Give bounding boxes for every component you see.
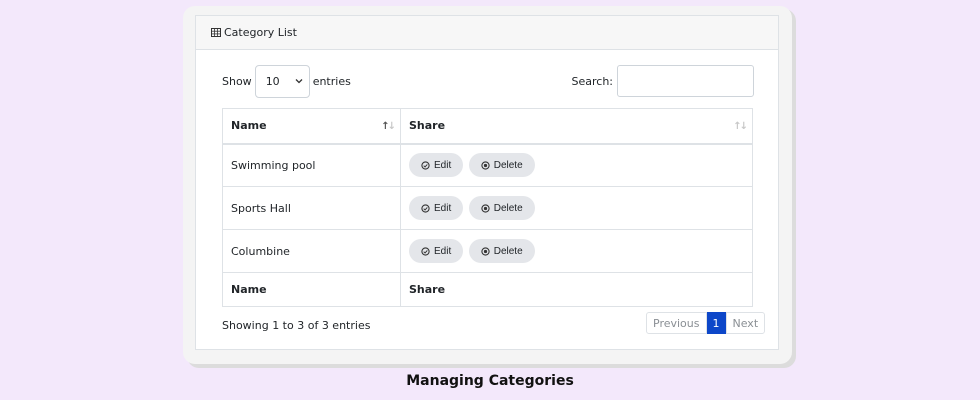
pagination: Previous 1 Next — [646, 312, 766, 334]
page-size-select[interactable]: 10 — [254, 64, 310, 98]
page-1-button[interactable]: 1 — [706, 312, 726, 334]
search-group: Search: — [571, 65, 754, 97]
column-header-label: Name — [231, 119, 267, 133]
category-name: Columbine — [222, 229, 401, 273]
table-row: Columbine Edit Delete — [222, 229, 753, 273]
column-footer-share: Share — [400, 272, 753, 307]
target-icon — [481, 161, 490, 170]
panel-header: Category List — [196, 16, 778, 50]
table-controls: Show 10 entries Search: — [222, 64, 754, 98]
column-header-name[interactable]: Name ↑↓ — [222, 108, 401, 145]
page-size-value: 10 — [265, 74, 280, 88]
search-input[interactable] — [617, 65, 754, 97]
column-header-share[interactable]: Share ↑↓ — [400, 108, 753, 145]
check-circle-icon — [421, 161, 430, 170]
show-label: Show — [222, 74, 252, 88]
check-circle-icon — [421, 246, 430, 256]
table-icon — [211, 28, 221, 37]
delete-button[interactable]: Delete — [468, 239, 535, 263]
entries-info: Showing 1 to 3 of 3 entries — [222, 319, 371, 332]
edit-label: Edit — [434, 202, 452, 214]
delete-label: Delete — [493, 202, 523, 214]
actions-cell: Edit Delete — [400, 186, 753, 230]
page-size-group: Show 10 entries — [222, 64, 351, 98]
caption: Managing Categories — [406, 373, 574, 389]
actions-cell: Edit Delete — [400, 229, 753, 273]
delete-button[interactable]: Delete — [468, 196, 535, 220]
table-header-row: Name ↑↓ Share ↑↓ — [222, 108, 753, 145]
column-footer-name: Name — [222, 272, 401, 307]
next-page-button[interactable]: Next — [725, 312, 766, 334]
target-icon — [481, 246, 490, 256]
table-row: Swimming pool Edit Delete — [222, 143, 753, 187]
edit-label: Edit — [434, 245, 452, 257]
category-panel: Category List Show 10 entries Search: Na… — [195, 15, 779, 350]
category-name: Swimming pool — [222, 143, 401, 187]
column-header-label: Share — [409, 119, 446, 133]
edit-label: Edit — [434, 159, 452, 171]
delete-label: Delete — [493, 159, 523, 171]
delete-button[interactable]: Delete — [468, 153, 535, 178]
panel-title: Category List — [224, 26, 297, 39]
chevron-down-icon — [295, 79, 303, 84]
entries-label: entries — [312, 74, 351, 88]
target-icon — [481, 203, 490, 213]
delete-label: Delete — [493, 245, 523, 257]
sort-icon: ↑↓ — [733, 121, 748, 132]
category-name: Sports Hall — [222, 186, 401, 230]
actions-cell: Edit Delete — [400, 143, 753, 187]
category-table: Name ↑↓ Share ↑↓ Swimming pool Edit Dele… — [222, 108, 753, 307]
table-row: Sports Hall Edit Delete — [222, 186, 753, 230]
search-label: Search: — [571, 74, 614, 88]
table-footer-row: Name Share — [222, 272, 753, 307]
sort-icon: ↑↓ — [381, 121, 396, 132]
edit-button[interactable]: Edit — [409, 196, 464, 220]
edit-button[interactable]: Edit — [409, 153, 464, 178]
edit-button[interactable]: Edit — [409, 239, 464, 263]
check-circle-icon — [421, 203, 430, 213]
previous-page-button[interactable]: Previous — [646, 312, 707, 334]
